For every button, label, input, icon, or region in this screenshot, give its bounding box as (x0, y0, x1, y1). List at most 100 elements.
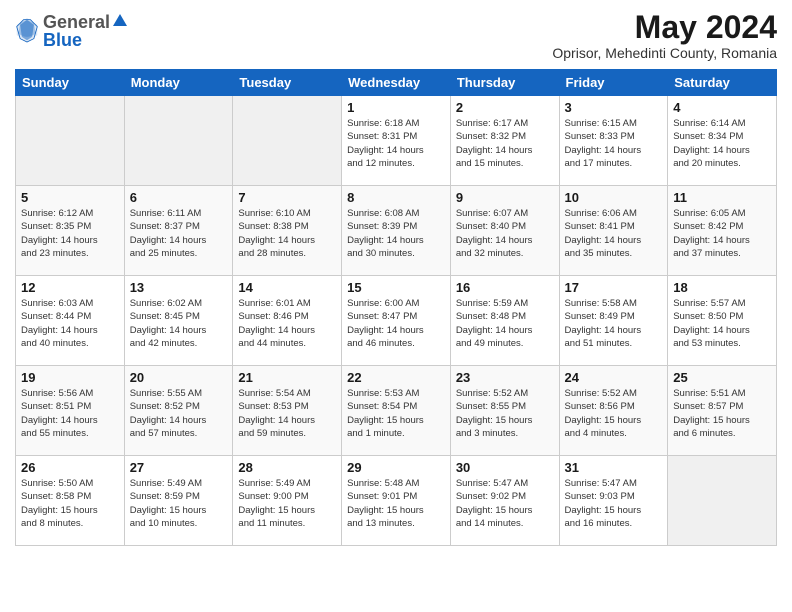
day-info: Sunrise: 5:47 AM Sunset: 9:03 PM Dayligh… (565, 477, 663, 530)
day-info: Sunrise: 5:54 AM Sunset: 8:53 PM Dayligh… (238, 387, 336, 440)
day-number: 11 (673, 190, 771, 205)
month-year: May 2024 (552, 10, 777, 45)
calendar-cell: 2 Sunrise: 6:17 AM Sunset: 8:32 PM Daylig… (450, 96, 559, 186)
day-number: 5 (21, 190, 119, 205)
calendar-cell: 15 Sunrise: 6:00 AM Sunset: 8:47 PM Dayli… (342, 276, 451, 366)
day-number: 24 (565, 370, 663, 385)
day-info: Sunrise: 6:17 AM Sunset: 8:32 PM Dayligh… (456, 117, 554, 170)
calendar-cell: 9 Sunrise: 6:07 AM Sunset: 8:40 PM Daylig… (450, 186, 559, 276)
calendar-cell: 18 Sunrise: 5:57 AM Sunset: 8:50 PM Dayli… (668, 276, 777, 366)
calendar-cell: 30 Sunrise: 5:47 AM Sunset: 9:02 PM Dayli… (450, 456, 559, 546)
day-info: Sunrise: 5:47 AM Sunset: 9:02 PM Dayligh… (456, 477, 554, 530)
weekday-header-tuesday: Tuesday (233, 70, 342, 96)
calendar-week-row: 1Sunrise: 6:18 AM Sunset: 8:31 PM Daylig… (16, 96, 777, 186)
day-number: 16 (456, 280, 554, 295)
day-number: 3 (565, 100, 663, 115)
day-info: Sunrise: 5:55 AM Sunset: 8:52 PM Dayligh… (130, 387, 228, 440)
day-number: 4 (673, 100, 771, 115)
calendar-cell (124, 96, 233, 186)
calendar-cell: 4 Sunrise: 6:14 AM Sunset: 8:34 PM Daylig… (668, 96, 777, 186)
logo-icon (15, 16, 39, 44)
calendar-cell: 13 Sunrise: 6:02 AM Sunset: 8:45 PM Dayli… (124, 276, 233, 366)
calendar-cell: 22Sunrise: 5:53 AM Sunset: 8:54 PM Dayli… (342, 366, 451, 456)
calendar-cell: 16 Sunrise: 5:59 AM Sunset: 8:48 PM Dayli… (450, 276, 559, 366)
day-info: Sunrise: 6:07 AM Sunset: 8:40 PM Dayligh… (456, 207, 554, 260)
weekday-header-sunday: Sunday (16, 70, 125, 96)
location: Oprisor, Mehedinti County, Romania (552, 45, 777, 61)
day-number: 30 (456, 460, 554, 475)
calendar-cell: 10 Sunrise: 6:06 AM Sunset: 8:41 PM Dayli… (559, 186, 668, 276)
day-info: Sunrise: 6:00 AM Sunset: 8:47 PM Dayligh… (347, 297, 445, 350)
calendar-cell: 24 Sunrise: 5:52 AM Sunset: 8:56 PM Dayli… (559, 366, 668, 456)
day-info: Sunrise: 6:02 AM Sunset: 8:45 PM Dayligh… (130, 297, 228, 350)
day-number: 12 (21, 280, 119, 295)
calendar-cell: 21 Sunrise: 5:54 AM Sunset: 8:53 PM Dayli… (233, 366, 342, 456)
day-info: Sunrise: 6:14 AM Sunset: 8:34 PM Dayligh… (673, 117, 771, 170)
weekday-header-monday: Monday (124, 70, 233, 96)
day-number: 2 (456, 100, 554, 115)
day-info: Sunrise: 5:57 AM Sunset: 8:50 PM Dayligh… (673, 297, 771, 350)
day-info: Sunrise: 5:56 AM Sunset: 8:51 PM Dayligh… (21, 387, 119, 440)
logo-blue-text: Blue (43, 31, 130, 51)
day-number: 25 (673, 370, 771, 385)
calendar-cell (233, 96, 342, 186)
header: General Blue May 2024 Oprisor, Mehedinti… (15, 10, 777, 61)
calendar-cell: 27 Sunrise: 5:49 AM Sunset: 8:59 PM Dayli… (124, 456, 233, 546)
day-info: Sunrise: 6:06 AM Sunset: 8:41 PM Dayligh… (565, 207, 663, 260)
day-number: 19 (21, 370, 119, 385)
day-number: 17 (565, 280, 663, 295)
calendar-cell: 3 Sunrise: 6:15 AM Sunset: 8:33 PM Daylig… (559, 96, 668, 186)
page: General Blue May 2024 Oprisor, Mehedinti… (0, 0, 792, 561)
day-info: Sunrise: 6:10 AM Sunset: 8:38 PM Dayligh… (238, 207, 336, 260)
day-info: Sunrise: 6:08 AM Sunset: 8:39 PM Dayligh… (347, 207, 445, 260)
day-number: 26 (21, 460, 119, 475)
calendar-table: SundayMondayTuesdayWednesdayThursdayFrid… (15, 69, 777, 546)
calendar-cell: 7 Sunrise: 6:10 AM Sunset: 8:38 PM Daylig… (233, 186, 342, 276)
day-info: Sunrise: 5:52 AM Sunset: 8:55 PM Dayligh… (456, 387, 554, 440)
logo-triangle-icon (111, 10, 129, 28)
calendar-cell: 1Sunrise: 6:18 AM Sunset: 8:31 PM Daylig… (342, 96, 451, 186)
day-number: 27 (130, 460, 228, 475)
day-info: Sunrise: 6:05 AM Sunset: 8:42 PM Dayligh… (673, 207, 771, 260)
calendar-cell: 20 Sunrise: 5:55 AM Sunset: 8:52 PM Dayli… (124, 366, 233, 456)
weekday-header-saturday: Saturday (668, 70, 777, 96)
calendar-cell: 14 Sunrise: 6:01 AM Sunset: 8:46 PM Dayli… (233, 276, 342, 366)
day-number: 13 (130, 280, 228, 295)
logo-text: General Blue (43, 10, 130, 51)
day-number: 1 (347, 100, 445, 115)
calendar-week-row: 19 Sunrise: 5:56 AM Sunset: 8:51 PM Dayli… (16, 366, 777, 456)
day-info: Sunrise: 5:53 AM Sunset: 8:54 PM Dayligh… (347, 387, 445, 440)
calendar-cell: 28Sunrise: 5:49 AM Sunset: 9:00 PM Dayli… (233, 456, 342, 546)
day-info: Sunrise: 5:50 AM Sunset: 8:58 PM Dayligh… (21, 477, 119, 530)
calendar-cell: 29Sunrise: 5:48 AM Sunset: 9:01 PM Dayli… (342, 456, 451, 546)
day-info: Sunrise: 6:11 AM Sunset: 8:37 PM Dayligh… (130, 207, 228, 260)
calendar-week-row: 5Sunrise: 6:12 AM Sunset: 8:35 PM Daylig… (16, 186, 777, 276)
day-number: 18 (673, 280, 771, 295)
weekday-header-wednesday: Wednesday (342, 70, 451, 96)
calendar-cell: 17Sunrise: 5:58 AM Sunset: 8:49 PM Dayli… (559, 276, 668, 366)
calendar-cell: 6 Sunrise: 6:11 AM Sunset: 8:37 PM Daylig… (124, 186, 233, 276)
day-number: 15 (347, 280, 445, 295)
day-number: 10 (565, 190, 663, 205)
day-info: Sunrise: 6:01 AM Sunset: 8:46 PM Dayligh… (238, 297, 336, 350)
day-number: 6 (130, 190, 228, 205)
weekday-header-thursday: Thursday (450, 70, 559, 96)
calendar-week-row: 26 Sunrise: 5:50 AM Sunset: 8:58 PM Dayli… (16, 456, 777, 546)
day-number: 7 (238, 190, 336, 205)
calendar-cell (668, 456, 777, 546)
day-info: Sunrise: 5:49 AM Sunset: 8:59 PM Dayligh… (130, 477, 228, 530)
calendar-cell: 26 Sunrise: 5:50 AM Sunset: 8:58 PM Dayli… (16, 456, 125, 546)
calendar-cell: 25Sunrise: 5:51 AM Sunset: 8:57 PM Dayli… (668, 366, 777, 456)
day-number: 9 (456, 190, 554, 205)
calendar-cell: 8Sunrise: 6:08 AM Sunset: 8:39 PM Daylig… (342, 186, 451, 276)
day-info: Sunrise: 5:59 AM Sunset: 8:48 PM Dayligh… (456, 297, 554, 350)
day-number: 21 (238, 370, 336, 385)
day-info: Sunrise: 5:49 AM Sunset: 9:00 PM Dayligh… (238, 477, 336, 530)
day-info: Sunrise: 6:15 AM Sunset: 8:33 PM Dayligh… (565, 117, 663, 170)
calendar-cell (16, 96, 125, 186)
calendar-cell: 11 Sunrise: 6:05 AM Sunset: 8:42 PM Dayli… (668, 186, 777, 276)
day-number: 14 (238, 280, 336, 295)
day-number: 20 (130, 370, 228, 385)
day-info: Sunrise: 5:52 AM Sunset: 8:56 PM Dayligh… (565, 387, 663, 440)
day-info: Sunrise: 6:03 AM Sunset: 8:44 PM Dayligh… (21, 297, 119, 350)
